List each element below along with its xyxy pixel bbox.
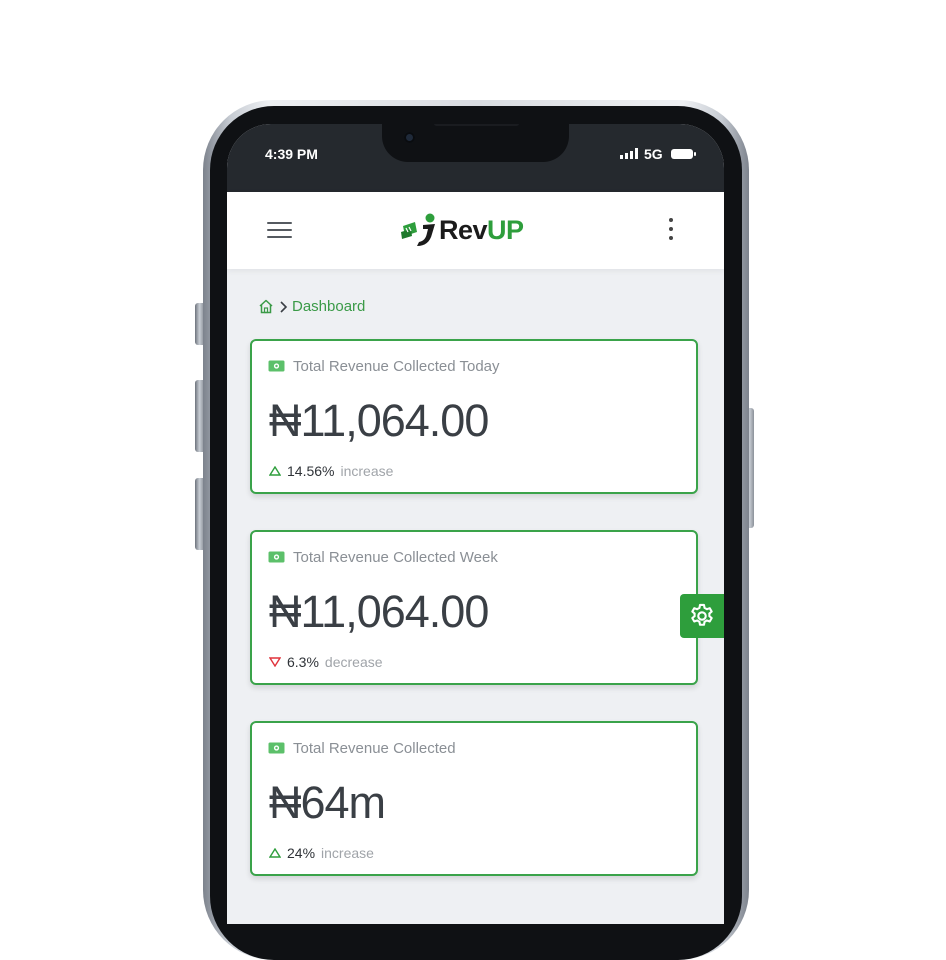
revenue-card-total[interactable]: Total Revenue Collected ₦64m 24% increas… bbox=[250, 721, 698, 876]
revenue-card-today[interactable]: Total Revenue Collected Today ₦11,064.00… bbox=[250, 339, 698, 494]
card-amount: ₦11,064.00 bbox=[269, 586, 489, 637]
card-trend: 14.56% increase bbox=[269, 463, 393, 479]
triangle-up-icon bbox=[269, 848, 281, 858]
logo-text: RevUP bbox=[439, 215, 524, 246]
triangle-down-icon bbox=[269, 657, 281, 667]
trend-label: increase bbox=[340, 463, 394, 479]
breadcrumb-current[interactable]: Dashboard bbox=[292, 298, 365, 315]
settings-button[interactable] bbox=[680, 594, 724, 638]
status-time: 4:39 PM bbox=[265, 146, 318, 162]
notch bbox=[382, 124, 569, 162]
front-camera bbox=[404, 132, 415, 143]
trend-label: increase bbox=[321, 845, 374, 861]
battery-icon bbox=[671, 149, 696, 159]
money-icon bbox=[268, 360, 285, 372]
logo-mark-icon bbox=[401, 213, 435, 246]
hamburger-menu-button[interactable] bbox=[267, 220, 293, 240]
home-icon[interactable] bbox=[258, 299, 274, 314]
card-amount: ₦11,064.00 bbox=[269, 395, 489, 446]
status-bar: 4:39 PM 5G bbox=[227, 124, 724, 192]
card-title: Total Revenue Collected Today bbox=[293, 358, 500, 375]
gear-icon bbox=[691, 603, 713, 626]
signal-icon bbox=[620, 148, 638, 159]
card-trend: 6.3% decrease bbox=[269, 654, 383, 670]
trend-label: decrease bbox=[324, 654, 383, 670]
chevron-right-icon bbox=[280, 300, 288, 313]
card-title: Total Revenue Collected bbox=[293, 740, 456, 757]
trend-percent: 24% bbox=[287, 845, 316, 861]
breadcrumb: Dashboard bbox=[258, 298, 365, 315]
logo-text-main: Rev bbox=[439, 214, 488, 245]
trend-percent: 14.56% bbox=[287, 463, 335, 479]
triangle-up-icon bbox=[269, 466, 281, 476]
revenue-card-week[interactable]: Total Revenue Collected Week ₦11,064.00 … bbox=[250, 530, 698, 685]
money-icon bbox=[268, 551, 285, 563]
money-icon bbox=[268, 742, 285, 754]
more-options-button[interactable] bbox=[664, 218, 678, 242]
trend-percent: 6.3% bbox=[287, 654, 319, 670]
app-logo[interactable]: RevUP bbox=[399, 210, 524, 250]
app-header: RevUP bbox=[227, 192, 724, 269]
card-amount: ₦64m bbox=[269, 777, 386, 828]
logo-text-accent: UP bbox=[487, 214, 524, 245]
card-title: Total Revenue Collected Week bbox=[293, 549, 498, 566]
card-trend: 24% increase bbox=[269, 845, 374, 861]
earpiece-speaker bbox=[434, 124, 519, 126]
network-type: 5G bbox=[644, 146, 663, 162]
phone-screen: 4:39 PM 5G RevUP Dashboard Total Revenue… bbox=[227, 124, 724, 924]
